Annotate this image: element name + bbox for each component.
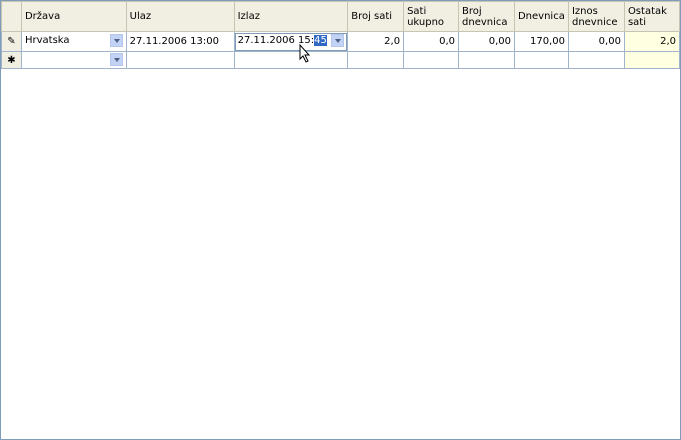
drzava-value: Hrvatska bbox=[24, 35, 70, 46]
cell-drzava[interactable]: Hrvatska bbox=[20, 31, 127, 52]
izlaz-input[interactable]: 27.11.2006 15:45 bbox=[238, 35, 327, 46]
cell-broj-sati[interactable]: 2,0 bbox=[347, 31, 405, 52]
table-row[interactable]: ✎ Hrvatska 27.11.2006 13:00 27.11.2006 1… bbox=[1, 31, 680, 52]
drzava-new-dropdown-button[interactable] bbox=[109, 53, 123, 66]
header-row: Država Ulaz Izlaz Broj sati Sati ukupno … bbox=[1, 1, 680, 32]
data-grid-frame: Država Ulaz Izlaz Broj sati Sati ukupno … bbox=[0, 0, 681, 440]
drzava-dropdown-button[interactable] bbox=[109, 34, 123, 47]
column-header-ulaz[interactable]: Ulaz bbox=[125, 1, 235, 32]
column-header-ostatak-sati[interactable]: Ostatak sati bbox=[623, 1, 680, 32]
column-header-izlaz[interactable]: Izlaz bbox=[233, 1, 349, 32]
mouse-cursor-icon bbox=[299, 44, 311, 63]
cell-broj-dnevnica[interactable]: 0,00 bbox=[458, 31, 515, 52]
cell-broj-sati-new[interactable] bbox=[347, 51, 405, 69]
cell-dnevnica[interactable]: 170,00 bbox=[513, 31, 569, 52]
cell-ulaz-new[interactable] bbox=[125, 51, 235, 69]
izlaz-dropdown-button[interactable] bbox=[331, 34, 345, 47]
cell-drzava-new[interactable] bbox=[20, 51, 127, 69]
cell-ostatak-sati-new[interactable] bbox=[623, 51, 680, 69]
cell-sati-ukupno-new[interactable] bbox=[403, 51, 460, 69]
cell-iznos-dnevnice[interactable]: 0,00 bbox=[567, 31, 625, 52]
column-header-sati-ukupno[interactable]: Sati ukupno bbox=[403, 1, 460, 32]
column-header-drzava[interactable]: Država bbox=[20, 1, 127, 32]
edit-pencil-icon: ✎ bbox=[1, 31, 22, 52]
cell-ulaz[interactable]: 27.11.2006 13:00 bbox=[125, 31, 235, 52]
row-header-corner bbox=[1, 1, 22, 32]
cell-izlaz[interactable]: 27.11.2006 15:45 bbox=[233, 31, 349, 52]
column-header-dnevnica[interactable]: Dnevnica bbox=[513, 1, 569, 32]
column-header-broj-dnevnica[interactable]: Broj dnevnica bbox=[458, 1, 515, 32]
column-header-broj-sati[interactable]: Broj sati bbox=[347, 1, 405, 32]
cell-ostatak-sati[interactable]: 2,0 bbox=[623, 31, 680, 52]
izlaz-selected-text: 45 bbox=[314, 35, 327, 46]
column-header-iznos-dnevnice[interactable]: Iznos dnevnice bbox=[567, 1, 625, 32]
cell-izlaz-new[interactable] bbox=[233, 51, 349, 69]
cell-iznos-dnevnice-new[interactable] bbox=[567, 51, 625, 69]
new-row[interactable]: ✱ bbox=[1, 51, 680, 69]
cell-dnevnica-new[interactable] bbox=[513, 51, 569, 69]
cell-sati-ukupno[interactable]: 0,0 bbox=[403, 31, 460, 52]
cell-broj-dnevnica-new[interactable] bbox=[458, 51, 515, 69]
data-grid: Država Ulaz Izlaz Broj sati Sati ukupno … bbox=[1, 1, 680, 69]
new-row-asterisk-icon: ✱ bbox=[1, 51, 22, 69]
